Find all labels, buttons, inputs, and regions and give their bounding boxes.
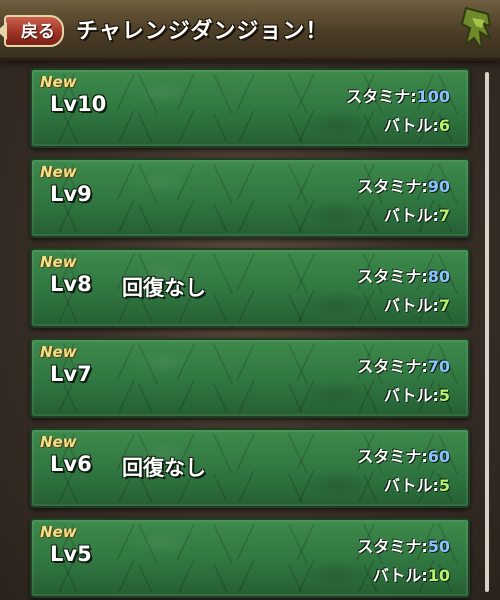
stamina-stat: スタミナ:90 — [357, 177, 450, 196]
page-title: チャレンジダンジョン！ — [76, 19, 329, 44]
battle-stat: バトル:6 — [383, 116, 450, 135]
battle-value: 6 — [438, 116, 450, 135]
dungeon-note: 回復なし — [122, 276, 206, 300]
dungeon-level: Lv9 — [50, 182, 92, 206]
dungeon-level: Lv7 — [50, 362, 92, 386]
dungeon-level: Lv5 — [50, 542, 92, 566]
battle-value: 5 — [438, 386, 450, 405]
stamina-stat: スタミナ:80 — [357, 267, 450, 286]
battle-value: 10 — [427, 566, 450, 585]
dungeon-level: Lv6 — [50, 452, 92, 476]
new-badge: New — [40, 253, 77, 271]
dungeon-level: Lv8 — [50, 272, 92, 296]
battle-value: 5 — [438, 476, 450, 495]
new-badge: New — [40, 343, 77, 361]
dungeon-row-lv9[interactable]: New Lv9 スタミナ:90 バトル:7 — [30, 158, 470, 238]
dungeon-row-lv6[interactable]: New Lv6 回復なし スタミナ:60 バトル:5 — [30, 428, 470, 508]
new-badge: New — [40, 523, 77, 541]
stamina-value: 80 — [427, 267, 450, 286]
battle-stat: バトル:5 — [383, 386, 450, 405]
dungeon-level: Lv10 — [50, 92, 107, 116]
stamina-stat: スタミナ:60 — [357, 447, 450, 466]
stamina-value: 60 — [427, 447, 450, 466]
dungeon-note: 回復なし — [122, 456, 206, 480]
dungeon-row-lv8[interactable]: New Lv8 回復なし スタミナ:80 バトル:7 — [30, 248, 470, 328]
new-badge: New — [40, 163, 77, 181]
stamina-value: 90 — [427, 177, 450, 196]
battle-value: 7 — [438, 206, 450, 225]
stamina-value: 100 — [416, 87, 450, 106]
stamina-stat: スタミナ:70 — [357, 357, 450, 376]
dungeon-row-lv10[interactable]: New Lv10 スタミナ:100 バトル:6 — [30, 68, 470, 148]
dungeon-row-lv7[interactable]: New Lv7 スタミナ:70 バトル:5 — [30, 338, 470, 418]
scrollbar[interactable] — [485, 72, 489, 592]
stamina-stat: スタミナ:50 — [357, 537, 450, 556]
battle-stat: バトル:7 — [383, 206, 450, 225]
battle-stat: バトル:5 — [383, 476, 450, 495]
stamina-stat: スタミナ:100 — [346, 87, 450, 106]
dungeon-list: New Lv10 スタミナ:100 バトル:6 New Lv9 スタミナ:90 … — [0, 64, 500, 600]
new-badge: New — [40, 73, 77, 91]
battle-value: 7 — [438, 296, 450, 315]
battle-stat: バトル:7 — [383, 296, 450, 315]
stamina-value: 50 — [427, 537, 450, 556]
stamina-value: 70 — [427, 357, 450, 376]
top-bar: 戻る チャレンジダンジョン！ — [0, 0, 500, 61]
new-badge: New — [40, 433, 77, 451]
battle-stat: バトル:10 — [372, 566, 450, 585]
dungeon-row-lv5[interactable]: New Lv5 スタミナ:50 バトル:10 — [30, 518, 470, 598]
dragon-icon — [460, 6, 493, 51]
back-button[interactable]: 戻る — [0, 15, 64, 47]
